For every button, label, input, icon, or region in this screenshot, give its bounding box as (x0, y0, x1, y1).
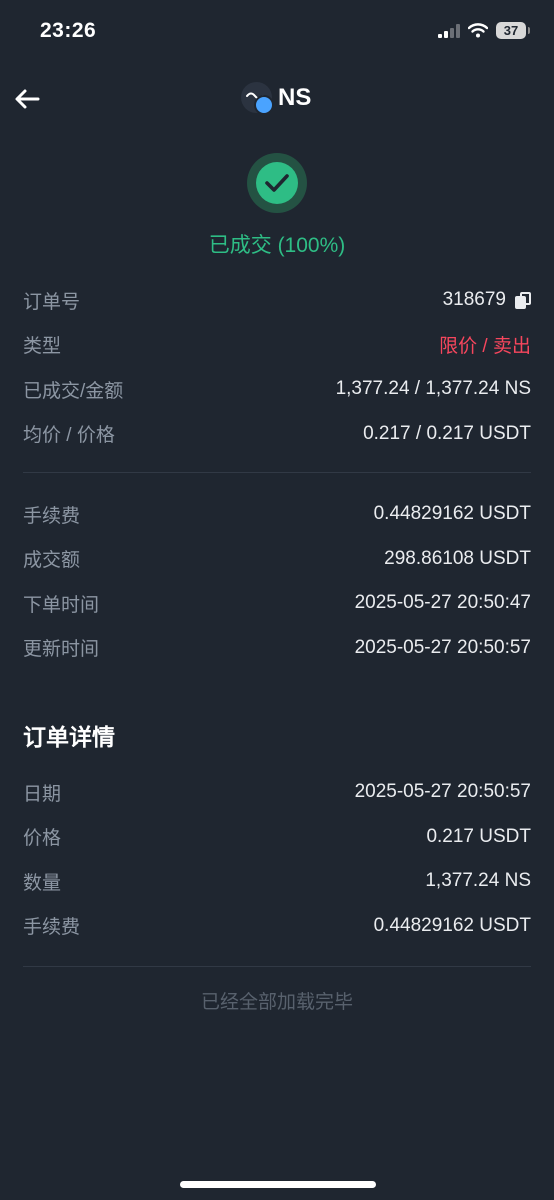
battery-icon: 37 (496, 22, 530, 39)
filled-amount-label: 已成交/金额 (23, 380, 124, 402)
order-time-label: 下单时间 (23, 594, 100, 616)
turnover-row: 成交额 298.86108 USDT (23, 537, 531, 582)
order-time-value: 2025-05-27 20:50:47 (354, 592, 531, 614)
status-icons: 37 (438, 22, 530, 39)
detail-price-label: 价格 (23, 828, 62, 850)
back-arrow-icon (15, 89, 40, 109)
order-details: 日期 2025-05-27 20:50:57 价格 0.217 USDT 数量 … (23, 770, 531, 948)
divider (23, 966, 531, 967)
signal-icon (438, 23, 460, 38)
avg-price-label: 均价 / 价格 (23, 425, 115, 447)
battery-level: 37 (503, 23, 519, 38)
order-id-value-group: 318679 (443, 289, 531, 311)
status-time: 23:26 (40, 19, 97, 42)
update-time-label: 更新时间 (23, 639, 100, 661)
success-status-icon (247, 153, 307, 213)
detail-row: 日期 2025-05-27 20:50:57 (23, 770, 531, 815)
update-time-row: 更新时间 2025-05-27 20:50:57 (23, 626, 531, 671)
status-bar: 23:26 37 (0, 0, 554, 66)
order-details-title: 订单详情 (23, 724, 115, 750)
order-summary: 订单号 318679 类型 限价 / 卖出 已成交/金额 1,377.24 / … (23, 278, 531, 456)
filled-amount-value: 1,377.24 / 1,377.24 NS (335, 378, 531, 400)
wifi-icon (468, 23, 488, 38)
detail-quantity-value: 1,377.24 NS (425, 870, 531, 892)
detail-date-value: 2025-05-27 20:50:57 (354, 781, 531, 803)
order-fees: 手续费 0.44829162 USDT 成交额 298.86108 USDT 下… (23, 492, 531, 670)
fee-row: 手续费 0.44829162 USDT (23, 492, 531, 537)
detail-fee-value: 0.44829162 USDT (373, 914, 531, 936)
divider (23, 472, 531, 473)
nav-title-group: NS (241, 82, 312, 115)
fee-value: 0.44829162 USDT (373, 503, 531, 525)
detail-row: 价格 0.217 USDT (23, 815, 531, 860)
order-id-value: 318679 (442, 289, 506, 311)
filled-amount-row: 已成交/金额 1,377.24 / 1,377.24 NS (23, 367, 531, 412)
avg-price-row: 均价 / 价格 0.217 / 0.217 USDT (23, 412, 531, 457)
order-time-row: 下单时间 2025-05-27 20:50:47 (23, 581, 531, 626)
ns-coin-logo (241, 82, 274, 115)
order-type-row: 类型 限价 / 卖出 (23, 323, 531, 368)
update-time-value: 2025-05-27 20:50:57 (354, 636, 531, 658)
fee-label: 手续费 (23, 505, 81, 527)
order-status-text: 已成交 (100%) (208, 234, 346, 257)
order-id-row: 订单号 318679 (23, 278, 531, 323)
turnover-label: 成交额 (23, 550, 81, 572)
order-id-label: 订单号 (23, 291, 81, 313)
checkmark-icon (265, 174, 289, 192)
home-indicator[interactable] (180, 1181, 376, 1188)
nav-bar: NS (0, 74, 554, 124)
detail-quantity-label: 数量 (23, 872, 62, 894)
order-type-label: 类型 (23, 336, 62, 358)
avg-price-value: 0.217 / 0.217 USDT (363, 422, 531, 444)
detail-row: 手续费 0.44829162 USDT (23, 904, 531, 949)
detail-price-value: 0.217 USDT (426, 825, 531, 847)
page-title: NS (278, 83, 312, 111)
detail-fee-label: 手续费 (23, 917, 81, 939)
detail-row: 数量 1,377.24 NS (23, 859, 531, 904)
coin-badge (254, 95, 274, 115)
detail-date-label: 日期 (23, 783, 62, 805)
order-type-value: 限价 / 卖出 (439, 336, 531, 358)
turnover-value: 298.86108 USDT (384, 547, 531, 569)
back-button[interactable] (12, 84, 42, 114)
load-complete-text: 已经全部加载完毕 (200, 992, 353, 1013)
copy-icon[interactable] (515, 291, 531, 309)
